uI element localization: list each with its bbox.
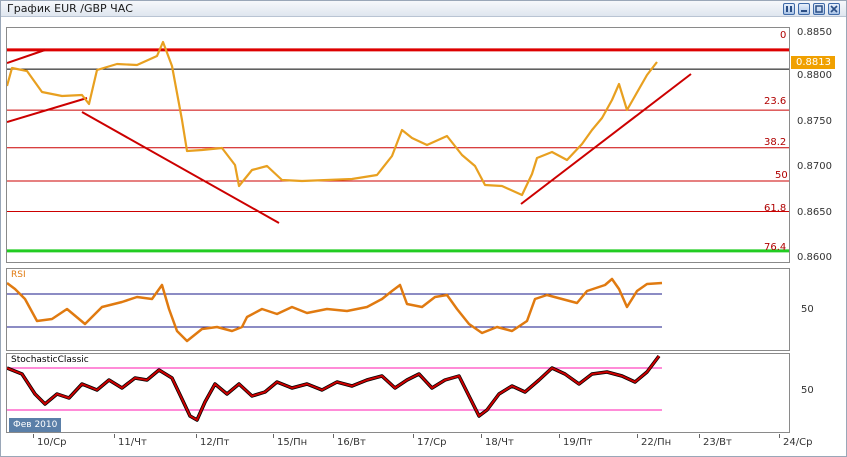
trend-line bbox=[520, 73, 692, 205]
date-label: 16/Вт bbox=[337, 437, 366, 448]
price-chart-panel[interactable]: 0 23.6 38.2 50 61.8 76.4 bbox=[6, 27, 790, 263]
close-icon[interactable] bbox=[828, 3, 840, 15]
fib-label-61-8: 61.8 bbox=[764, 203, 787, 214]
chart-window: График EUR /GBP ЧАС 0 23.6 38.2 50 61.8 … bbox=[0, 0, 847, 457]
stochastic-axis: 50 bbox=[791, 353, 847, 433]
restore-icon[interactable] bbox=[798, 3, 810, 15]
date-label: 23/Вт bbox=[703, 437, 732, 448]
price-tick-label: 0.8600 bbox=[797, 252, 832, 263]
price-series-line bbox=[7, 40, 658, 197]
price-tick-label: 0.8750 bbox=[797, 116, 832, 127]
price-tick-label: 0.8800 bbox=[797, 70, 832, 81]
date-label: 22/Пн bbox=[641, 437, 672, 448]
rsi-panel[interactable]: RSI bbox=[6, 268, 790, 351]
rsi-chart bbox=[7, 277, 663, 343]
fib-label-50: 50 bbox=[775, 170, 788, 181]
time-axis: 10/Ср 11/Чт 12/Пт 15/Пн 16/Вт 17/Ср 18/Ч… bbox=[6, 434, 846, 457]
fib-label-0: 0 bbox=[780, 30, 787, 41]
rsi-level-label: 50 bbox=[801, 304, 814, 315]
date-label: 18/Чт bbox=[485, 437, 514, 448]
date-label: 10/Ср bbox=[37, 437, 67, 448]
fib-label-23-6: 23.6 bbox=[764, 96, 787, 107]
window-title: График EUR /GBP ЧАС bbox=[7, 2, 133, 15]
fib-label-76-4: 76.4 bbox=[764, 242, 787, 253]
stochastic-label: StochasticClassic bbox=[11, 355, 89, 365]
fib-label-38-2: 38.2 bbox=[764, 137, 787, 148]
trend-line bbox=[7, 49, 46, 64]
date-label: 24/Ср bbox=[783, 437, 813, 448]
date-label: 11/Чт bbox=[118, 437, 147, 448]
price-tick-label: 0.8700 bbox=[797, 161, 832, 172]
price-chart bbox=[7, 40, 789, 253]
price-tick-label: 0.8850 bbox=[797, 27, 832, 38]
title-bar: График EUR /GBP ЧАС bbox=[1, 1, 846, 17]
stochastic-chart bbox=[7, 354, 662, 422]
rsi-axis: 50 bbox=[791, 268, 847, 351]
current-price-tag: 0.8813 bbox=[791, 56, 835, 69]
date-label: 17/Ср bbox=[417, 437, 447, 448]
stochastic-level-label: 50 bbox=[801, 385, 814, 396]
trend-line bbox=[81, 111, 280, 224]
date-label: 15/Пн bbox=[277, 437, 308, 448]
maximize-icon[interactable] bbox=[813, 3, 825, 15]
tile-icon[interactable] bbox=[783, 3, 795, 15]
stochastic-panel[interactable]: StochasticClassic bbox=[6, 353, 790, 433]
rsi-series-line bbox=[7, 277, 663, 343]
rsi-label: RSI bbox=[11, 270, 26, 280]
period-badge: Фев 2010 bbox=[9, 418, 62, 432]
date-label: 19/Пт bbox=[563, 437, 593, 448]
date-label: 12/Пт bbox=[200, 437, 230, 448]
price-tick-label: 0.8650 bbox=[797, 207, 832, 218]
